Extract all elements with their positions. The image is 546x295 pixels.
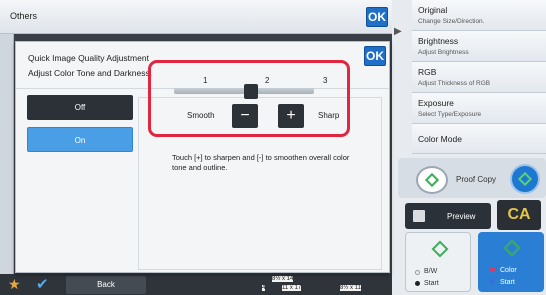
function-exposure[interactable]: Exposure Select Type/Exposure [412, 93, 546, 124]
bw-start-button[interactable]: B/W Start [405, 232, 471, 292]
slider-tick-label: 2 [265, 76, 270, 85]
check-icon[interactable]: ✔ [36, 275, 49, 293]
function-title: Color Mode [418, 134, 462, 144]
bw-start-label: B/W [424, 268, 438, 275]
proof-copy-color-button[interactable] [510, 164, 540, 194]
smooth-label: Smooth [187, 111, 215, 120]
bw-dot-icon [415, 281, 420, 286]
plus-button[interactable]: + [278, 104, 304, 128]
color-start-button[interactable]: Color Start [478, 232, 544, 292]
help-text: Touch [+] to sharpen and [-] to smoothen… [172, 153, 350, 172]
tray-size-label: 8½ x 11 [340, 285, 361, 291]
color-start-label: Start [500, 279, 515, 286]
bw-dot-icon [415, 270, 420, 275]
function-color-mode[interactable]: Color Mode [412, 124, 546, 154]
function-original[interactable]: Original Change Size/Direction. [412, 0, 546, 31]
tray-size-label: 11 x 17 [282, 285, 302, 291]
star-icon[interactable]: ★ [8, 276, 21, 293]
slider-handle[interactable] [244, 84, 258, 99]
tray-number: 4 [262, 285, 266, 291]
back-button[interactable]: Back [66, 276, 146, 294]
dialog-title: Quick Image Quality Adjustment [28, 53, 149, 63]
function-title: RGB [418, 67, 437, 77]
function-title: Original [418, 5, 448, 15]
function-list: Original Change Size/Direction. Brightne… [412, 0, 546, 154]
function-title: Exposure [418, 98, 454, 108]
proof-copy-label: Proof Copy [456, 175, 497, 184]
base-ok-button[interactable]: OK [366, 7, 388, 27]
start-diamond-icon [517, 171, 533, 187]
function-brightness[interactable]: Brightness Adjust Brightness [412, 31, 546, 62]
expand-arrow-icon[interactable]: ▶ [394, 26, 406, 40]
proof-copy-button[interactable] [416, 166, 448, 194]
bw-start-label: Start [424, 280, 439, 287]
minus-button[interactable]: − [232, 104, 258, 128]
start-diamond-icon [431, 240, 449, 258]
dialog-subtitle: Adjust Color Tone and Darkness. [28, 68, 153, 78]
function-title: Brightness [418, 36, 459, 46]
function-sub: Select Type/Exposure [418, 111, 482, 118]
tray-size-label: 8½ x 14 [272, 276, 294, 282]
function-sub: Adjust Thickness of RGB [418, 80, 491, 87]
preview-button[interactable]: Preview [405, 203, 491, 229]
clear-all-button[interactable]: CA [497, 200, 541, 230]
function-sub: Change Size/Direction. [418, 18, 485, 25]
off-button[interactable]: Off [27, 95, 133, 120]
slider-tick-label: 3 [323, 76, 328, 85]
base-header: Others [0, 0, 392, 34]
on-button[interactable]: On [27, 127, 133, 152]
sharp-label: Sharp [318, 111, 340, 120]
bottom-bar: ★ ✔ [0, 274, 392, 295]
proof-copy-area: Proof Copy [398, 158, 546, 198]
preview-icon [413, 210, 425, 222]
preview-label: Preview [447, 212, 476, 221]
color-dot-icon [490, 279, 495, 284]
slider-tick-label: 1 [203, 76, 208, 85]
start-diamond-icon [424, 172, 440, 188]
function-sub: Adjust Brightness [418, 49, 469, 56]
start-diamond-icon [503, 239, 521, 257]
color-dot-icon [490, 267, 495, 272]
base-left-strip [0, 34, 14, 274]
function-rgb[interactable]: RGB Adjust Thickness of RGB [412, 62, 546, 93]
dialog-ok-button[interactable]: OK [364, 46, 386, 66]
base-title: Others [10, 11, 38, 21]
color-start-label: Color [500, 267, 517, 274]
